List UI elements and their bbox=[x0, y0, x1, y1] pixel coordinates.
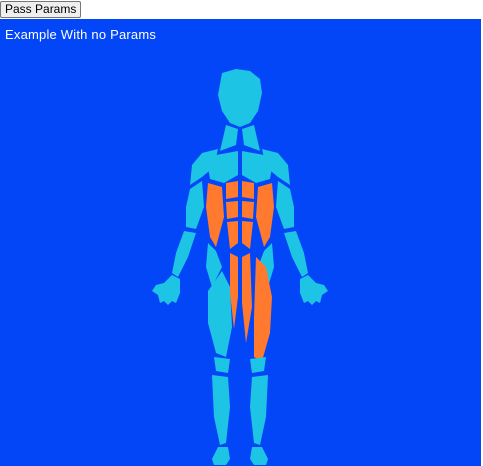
muscle-adductor-right[interactable] bbox=[242, 253, 252, 343]
muscle-abs-upper-right[interactable] bbox=[242, 181, 254, 199]
hand-left bbox=[152, 275, 180, 305]
knee-left bbox=[214, 357, 230, 373]
muscle-neck-left[interactable] bbox=[220, 125, 238, 151]
pass-params-button[interactable]: Pass Params bbox=[0, 1, 82, 18]
muscle-abs-lower-right[interactable] bbox=[242, 221, 253, 249]
muscle-abs-upper-left[interactable] bbox=[226, 181, 238, 199]
muscle-biceps-left[interactable] bbox=[186, 181, 204, 229]
muscle-calf-left[interactable] bbox=[212, 375, 230, 445]
muscle-head[interactable] bbox=[218, 69, 262, 127]
muscle-oblique-left[interactable] bbox=[206, 183, 224, 247]
muscle-abs-mid-right[interactable] bbox=[242, 201, 254, 219]
muscle-oblique-right[interactable] bbox=[256, 183, 274, 247]
top-bar: Pass Params bbox=[0, 0, 483, 19]
muscle-neck-right[interactable] bbox=[242, 125, 260, 151]
example-title: Example With no Params bbox=[5, 27, 157, 42]
muscle-map-svg bbox=[152, 69, 328, 465]
muscle-forearm-right[interactable] bbox=[284, 231, 308, 277]
body-figure bbox=[150, 67, 330, 466]
foot-left bbox=[212, 447, 230, 465]
muscle-abs-mid-left[interactable] bbox=[226, 201, 238, 219]
hand-right bbox=[300, 275, 328, 305]
knee-right bbox=[250, 357, 266, 373]
muscle-forearm-left[interactable] bbox=[172, 231, 196, 277]
muscle-abs-lower-left[interactable] bbox=[227, 221, 238, 249]
muscle-calf-right[interactable] bbox=[250, 375, 268, 445]
page: Pass Params Example With no Params bbox=[0, 0, 483, 466]
foot-right bbox=[250, 447, 268, 465]
muscle-biceps-right[interactable] bbox=[276, 181, 294, 229]
body-map-stage: Example With no Params bbox=[0, 19, 481, 466]
